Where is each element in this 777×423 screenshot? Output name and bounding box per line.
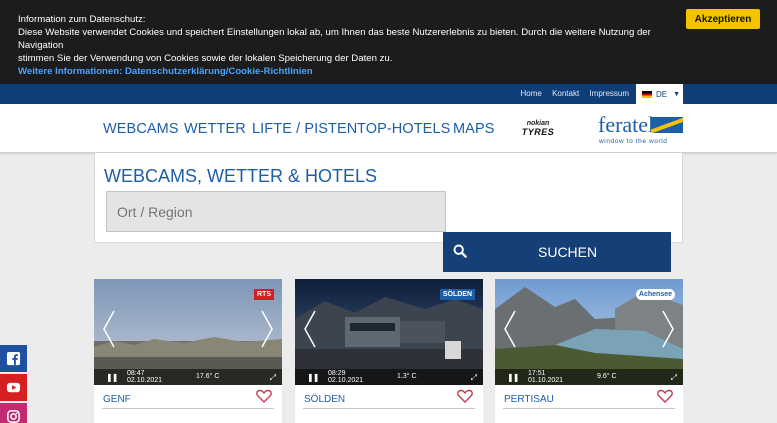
soelden-logo: SÖLDEN [439, 289, 475, 300]
player-controls: ❚❚ 08:29 02.10.2021 1.3° C ⤢ [295, 369, 483, 385]
contact-link[interactable]: Kontakt [552, 89, 579, 98]
achensee-logo: Achensee [635, 289, 675, 300]
pause-icon[interactable]: ❚❚ [106, 373, 118, 382]
nokian-tyres-logo[interactable]: nokian TYRES [513, 120, 563, 138]
language-selector[interactable]: DE ▼ [636, 84, 683, 104]
fullscreen-icon[interactable]: ⤢ [671, 373, 677, 383]
capture-time: 17:51 01.10.2021 [528, 370, 564, 384]
temperature: 9.6° C [597, 373, 617, 380]
accept-cookies-button[interactable]: Akzeptieren [686, 9, 760, 29]
imprint-link[interactable]: Impressum [589, 89, 629, 98]
cookie-banner: Information zum Datenschutz: Diese Websi… [0, 0, 777, 84]
card-divider [102, 408, 274, 409]
fullscreen-icon[interactable]: ⤢ [471, 373, 477, 383]
temperature: 17.6° C [196, 373, 220, 380]
youtube-button[interactable] [0, 374, 27, 401]
capture-time: 08:29 02.10.2021 [328, 370, 364, 384]
nav-lifte-pisten[interactable]: LIFTE / PISTEN [252, 121, 357, 137]
home-link[interactable]: Home [520, 89, 541, 98]
nav-webcams[interactable]: WEBCAMS [103, 121, 179, 137]
card-divider [303, 408, 475, 409]
location-name[interactable]: GENF [103, 394, 131, 405]
player-controls: ❚❚ 08:47 02.10.2021 17.6° C ⤢ [94, 369, 282, 385]
pause-icon[interactable]: ❚❚ [507, 373, 519, 382]
nav-wetter[interactable]: WETTER [184, 121, 246, 137]
rts-logo: RTS [254, 289, 274, 300]
location-name[interactable]: SÖLDEN [304, 394, 345, 405]
search-icon [453, 244, 467, 258]
youtube-icon [6, 382, 21, 393]
card-divider [503, 408, 675, 409]
sponsor-line-1: nokian [526, 120, 550, 127]
nav-top-hotels[interactable]: TOP-HOTELS [357, 121, 450, 137]
brand-window-icon [651, 117, 683, 133]
search-panel: WEBCAMS, WETTER & HOTELS [94, 153, 683, 243]
main-navigation: WEBCAMS WETTER LIFTE / PISTEN TOP-HOTELS… [0, 104, 777, 153]
feratel-logo[interactable]: feratel window to the world [598, 114, 686, 150]
fullscreen-icon[interactable]: ⤢ [270, 373, 276, 383]
next-arrow-icon[interactable] [661, 309, 675, 349]
next-arrow-icon[interactable] [260, 309, 274, 349]
language-code: DE [656, 89, 668, 99]
pause-icon[interactable]: ❚❚ [307, 373, 319, 382]
facebook-button[interactable] [0, 345, 27, 372]
webcam-image[interactable]: Achensee ❚❚ 17:51 01.10.2021 9.6° C ⤢ [495, 279, 683, 385]
temperature: 1.3° C [397, 373, 417, 380]
webcam-image[interactable]: SÖLDEN ❚❚ 08:29 02.10.2021 1.3° C ⤢ [295, 279, 483, 385]
location-search-input[interactable] [106, 191, 446, 232]
webcam-card-genf[interactable]: RTS ❚❚ 08:47 02.10.2021 17.6° C ⤢ GENF [94, 279, 282, 423]
previous-arrow-icon[interactable] [303, 309, 317, 349]
german-flag-icon [642, 90, 652, 98]
cookie-text: Information zum Datenschutz: Diese Websi… [18, 13, 668, 78]
capture-time: 08:47 02.10.2021 [127, 370, 163, 384]
caret-down-icon: ▼ [673, 90, 681, 98]
player-controls: ❚❚ 17:51 01.10.2021 9.6° C ⤢ [495, 369, 683, 385]
location-name[interactable]: PERTISAU [504, 394, 554, 405]
previous-arrow-icon[interactable] [102, 309, 116, 349]
favorite-heart-icon[interactable] [457, 389, 473, 403]
nav-maps[interactable]: MAPS [453, 121, 495, 137]
previous-arrow-icon[interactable] [503, 309, 517, 349]
search-button-label: SUCHEN [538, 244, 598, 260]
cookie-line-1: Diese Website verwendet Cookies und spei… [18, 27, 651, 51]
webcam-image[interactable]: RTS ❚❚ 08:47 02.10.2021 17.6° C ⤢ [94, 279, 282, 385]
instagram-button[interactable] [0, 403, 27, 423]
favorite-heart-icon[interactable] [657, 389, 673, 403]
privacy-policy-link[interactable]: Weitere Informationen: Datenschutzerklär… [18, 65, 668, 78]
brand-tagline: window to the world [599, 138, 668, 145]
instagram-icon [7, 410, 20, 423]
sponsor-line-2: TYRES [521, 127, 555, 137]
brand-name: feratel [598, 112, 655, 137]
cookie-title: Information zum Datenschutz: [18, 14, 146, 25]
webcam-card-pertisau[interactable]: Achensee ❚❚ 17:51 01.10.2021 9.6° C ⤢ PER… [495, 279, 683, 423]
utility-links: Home Kontakt Impressum [512, 89, 629, 98]
search-button[interactable]: SUCHEN [443, 232, 671, 272]
webcam-card-soelden[interactable]: SÖLDEN ❚❚ 08:29 02.10.2021 1.3° C ⤢ SÖLDE… [295, 279, 483, 423]
cookie-line-2: stimmen Sie der Verwendung von Cookies s… [18, 53, 393, 64]
facebook-icon [6, 351, 21, 366]
favorite-heart-icon[interactable] [256, 389, 272, 403]
search-title: WEBCAMS, WETTER & HOTELS [104, 166, 378, 186]
